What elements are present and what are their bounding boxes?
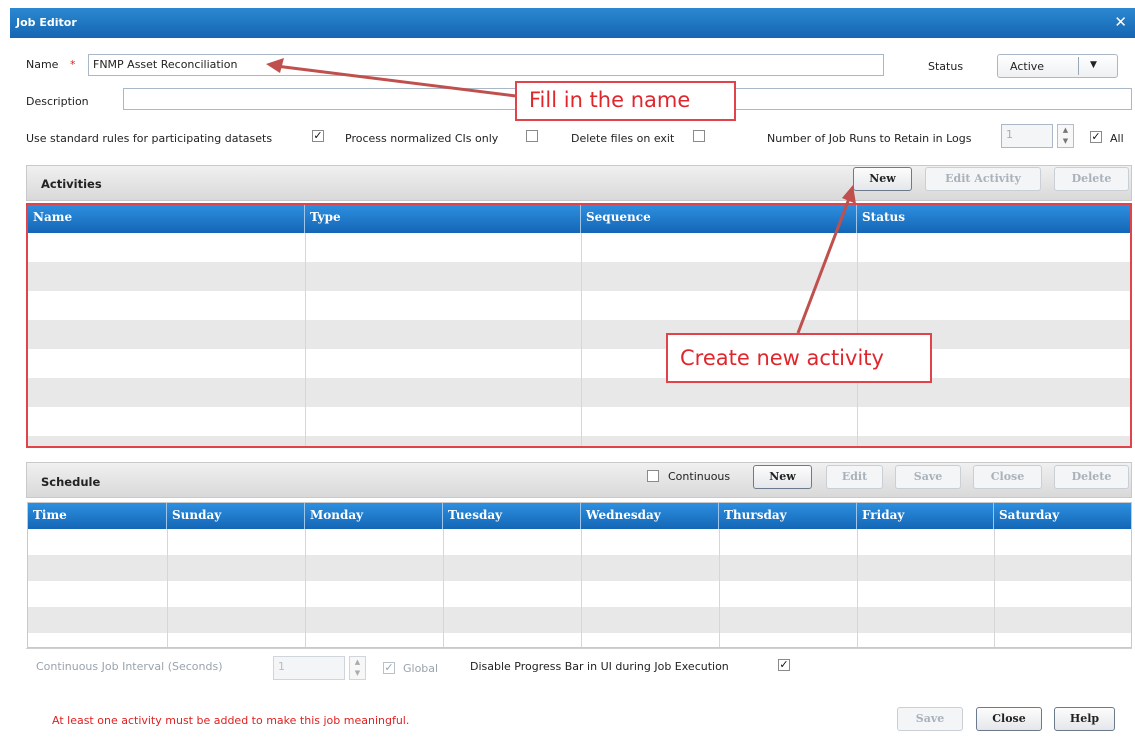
arrow-to-new-button — [796, 195, 852, 334]
arrowhead-icon — [266, 58, 284, 73]
create-activity-callout: Create new activity — [666, 333, 932, 383]
arrow-to-name-field — [275, 64, 517, 98]
fill-name-callout: Fill in the name — [515, 81, 736, 121]
